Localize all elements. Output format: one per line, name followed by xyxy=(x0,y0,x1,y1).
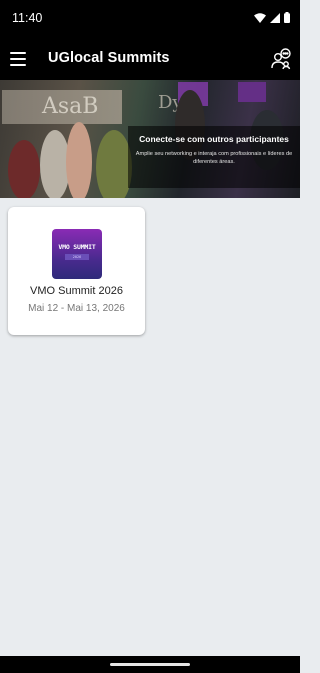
status-bar: 11:40 xyxy=(0,0,300,38)
battery-icon xyxy=(284,12,290,23)
banner-photo-purple-sign-2 xyxy=(238,82,266,102)
hamburger-icon xyxy=(10,52,26,54)
wifi-icon xyxy=(254,12,266,23)
hamburger-icon-line xyxy=(10,58,26,60)
status-icons xyxy=(254,12,290,23)
people-chat-button[interactable] xyxy=(270,48,292,70)
people-chat-icon xyxy=(271,48,291,70)
banner-photo-person xyxy=(66,122,92,198)
event-logo-subtext: 2026 xyxy=(65,254,89,260)
event-logo: VMO SUMMIT 2026 xyxy=(52,229,102,279)
event-name: VMO Summit 2026 xyxy=(30,285,123,297)
networking-banner[interactable]: AsaB Dy Conecte-se com outros participan… xyxy=(0,80,300,198)
home-gesture-pill[interactable] xyxy=(110,663,190,666)
menu-button[interactable] xyxy=(10,52,26,66)
banner-heading: Conecte-se com outros participantes xyxy=(139,134,289,144)
banner-photo-sign: AsaB xyxy=(2,90,122,124)
banner-subtext: Amplie seu networking e interaja com pro… xyxy=(135,151,293,165)
event-logo-text: VMO SUMMIT xyxy=(58,243,96,251)
event-dates: Mai 12 - Mai 13, 2026 xyxy=(28,303,125,314)
app-title: UGlocal Summits xyxy=(48,50,170,66)
signal-icon xyxy=(270,12,280,23)
banner-photo-person xyxy=(96,130,132,198)
banner-photo-person xyxy=(8,140,40,198)
hamburger-icon-line xyxy=(10,64,26,66)
status-time: 11:40 xyxy=(12,11,43,25)
app-bar: UGlocal Summits xyxy=(0,38,300,80)
event-card[interactable]: VMO SUMMIT 2026 VMO Summit 2026 Mai 12 -… xyxy=(8,207,145,335)
system-navigation-bar xyxy=(0,656,300,673)
banner-caption: Conecte-se com outros participantes Ampl… xyxy=(128,126,300,188)
